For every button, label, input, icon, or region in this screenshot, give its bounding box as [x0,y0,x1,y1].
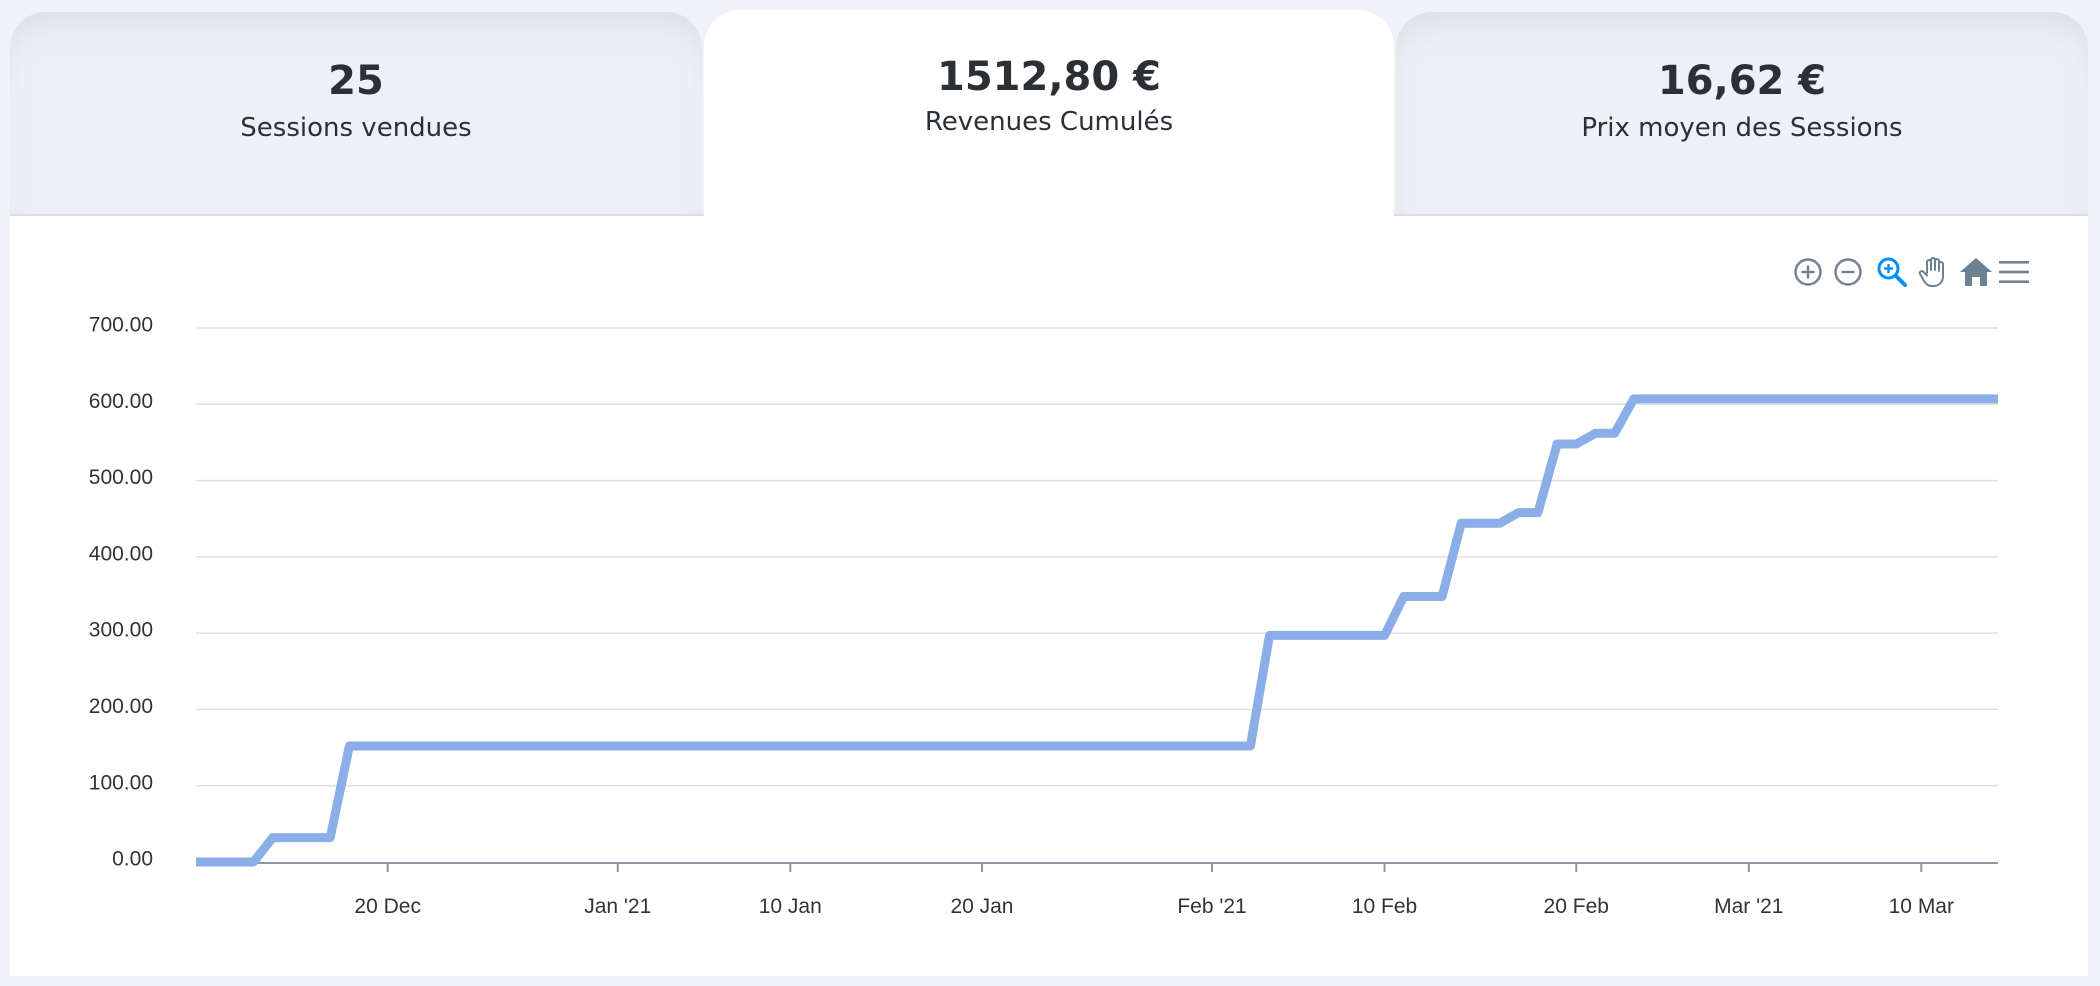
y-tick-label: 100.00 [89,771,153,794]
x-tick-label: 20 Feb [1544,895,1609,918]
sessions-sold-label: Sessions vendues [240,113,472,143]
average-price-value: 16,62 € [1657,58,1827,104]
x-tick-label: 10 Feb [1352,895,1417,918]
series-layer [196,394,1998,867]
x-tick-label: 20 Dec [354,895,421,918]
zoom-out-icon [1834,258,1862,286]
menu-icon [1999,261,2029,283]
x-tick-label: 10 Jan [759,895,822,918]
chart-panel: 0.00 100.00 200.00 300.00 400.00 500.00 600.00… [10,216,2088,976]
tab-average-session-price[interactable]: 16,62 € Prix moyen des Sessions [1396,12,2088,216]
y-tick-label: 400.00 [89,542,153,565]
cumulative-revenue-value: 1512,80 € [937,54,1161,100]
sessions-sold-value: 25 [328,58,384,104]
kpi-tabs: 25 Sessions vendues 1512,80 € Revenues C… [0,0,2100,216]
y-axis-labels: 0.00 100.00 200.00 300.00 400.00 500.00 600.00… [89,314,153,871]
x-tick-label: 10 Mar [1889,895,1954,918]
y-tick-label: 0.00 [112,848,153,871]
reset-zoom-button[interactable] [1956,252,1996,292]
pan-hand-icon [1918,257,1944,287]
y-tick-label: 600.00 [89,390,153,413]
pan-button[interactable] [1914,252,1954,292]
revenue-line-chart: 0.00 100.00 200.00 300.00 400.00 500.00 600.00… [89,314,1998,918]
selection-zoom-button[interactable] [1872,252,1912,292]
tab-sessions-sold[interactable]: 25 Sessions vendues [10,12,702,216]
x-axis [196,862,1998,872]
cumulative-revenue-label: Revenues Cumulés [924,107,1174,137]
tab-cumulative-revenue[interactable]: 1512,80 € Revenues Cumulés [704,10,1394,216]
y-tick-label: 300.00 [89,619,153,642]
x-tick-label: Feb '21 [1177,895,1246,918]
selection-zoom-icon [1877,257,1907,287]
revenue-series-line [196,394,1998,867]
x-tick-label: Mar '21 [1714,895,1783,918]
zoom-in-button[interactable] [1788,252,1828,292]
y-tick-label: 500.00 [89,466,153,489]
zoom-out-button[interactable] [1828,252,1868,292]
x-axis-labels: 20 Dec Jan '21 10 Jan 20 Jan Feb '21 10 Feb 20… [354,895,1954,918]
chart-menu-button[interactable] [1994,252,2034,292]
average-price-label: Prix moyen des Sessions [1581,113,1903,143]
y-tick-label: 700.00 [89,314,153,337]
x-tick-label: 20 Jan [950,895,1013,918]
zoom-in-icon [1794,258,1822,286]
y-tick-label: 200.00 [89,695,153,718]
x-tick-label: Jan '21 [584,895,651,918]
home-reset-icon [1960,258,1992,286]
